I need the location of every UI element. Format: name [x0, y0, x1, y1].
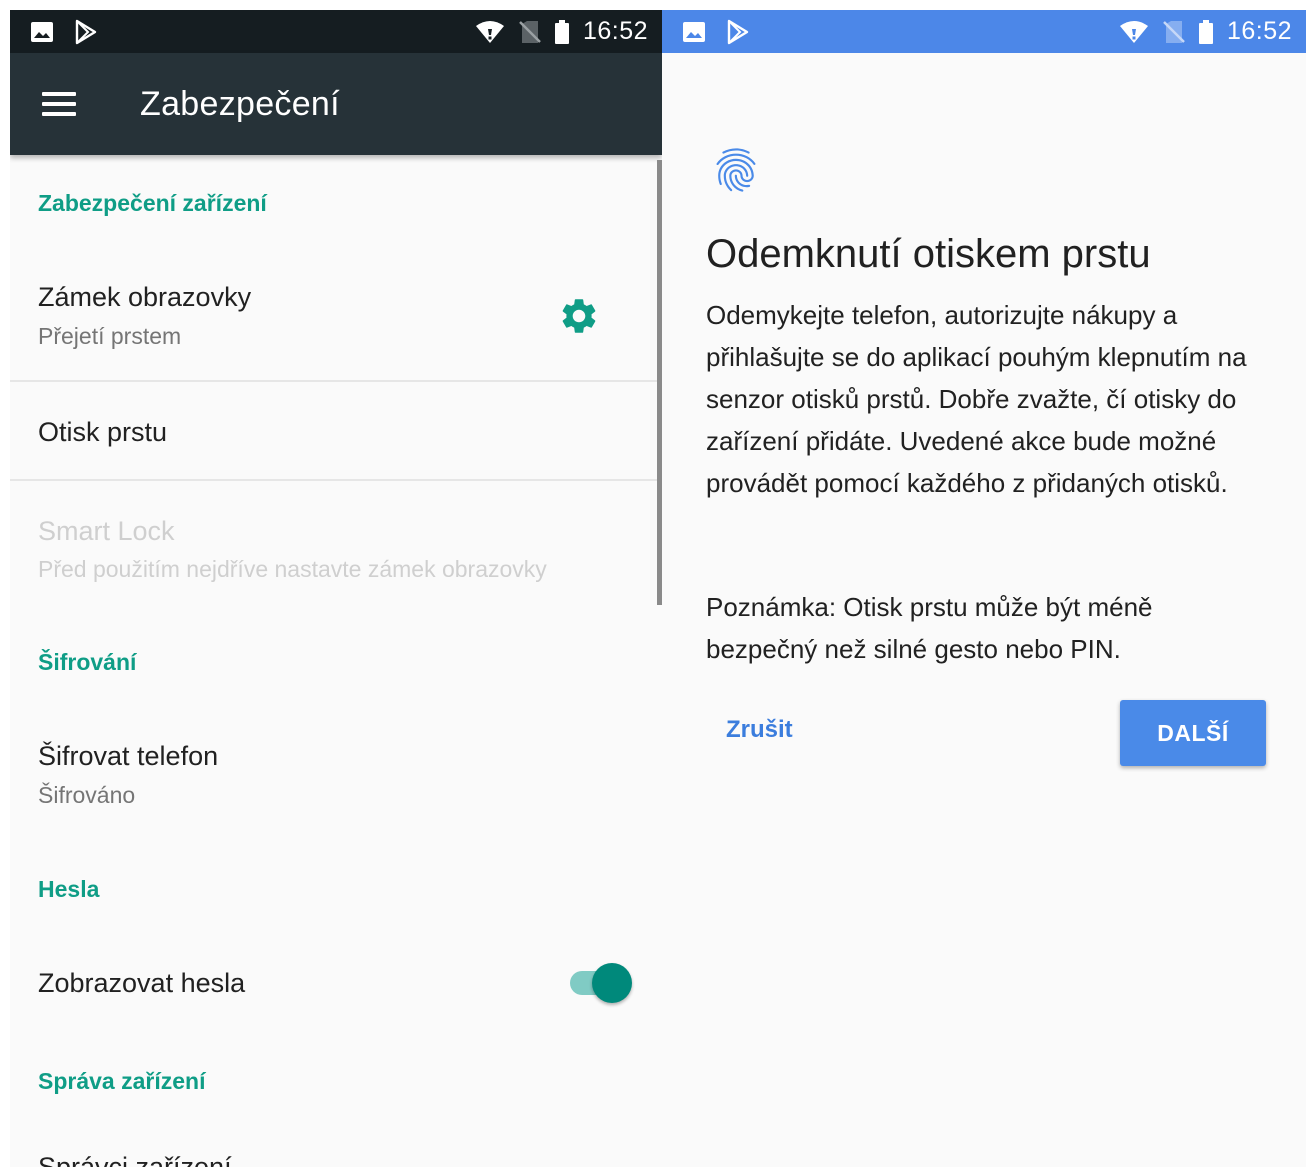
divider	[10, 380, 662, 382]
divider	[10, 479, 662, 481]
next-button[interactable]: DALŠÍ	[1120, 700, 1266, 766]
settings-list: Zabezpečení zařízení Zámek obrazovky Pře…	[10, 155, 662, 1167]
image-icon	[31, 21, 53, 42]
status-time: 16:52	[1226, 17, 1292, 45]
scrollbar[interactable]	[657, 160, 662, 605]
hamburger-menu-icon[interactable]	[42, 92, 76, 116]
dialog-note: Poznámka: Otisk prstu může být méně bezp…	[706, 592, 1153, 664]
encrypt-phone-subtitle: Šifrováno	[38, 782, 136, 808]
status-bar: 16:52	[662, 10, 1306, 53]
wifi-icon	[1119, 20, 1148, 43]
section-header-device-admin: Správa zařízení	[38, 1068, 206, 1094]
security-settings-screen: 16:52 Zabezpečení Zabezpečení zařízení Z…	[10, 10, 662, 1167]
gear-icon[interactable]	[558, 295, 600, 337]
play-store-icon	[75, 19, 97, 44]
section-header-encryption: Šifrování	[38, 649, 137, 675]
section-header-passwords: Hesla	[38, 876, 100, 902]
section-header-device-security: Zabezpečení zařízení	[38, 190, 267, 216]
status-bar: 16:52	[10, 10, 662, 53]
fingerprint-icon	[716, 148, 756, 192]
encrypt-phone-title: Šifrovat telefon	[38, 741, 219, 771]
dialog-title: Odemknutí otiskem prstu	[706, 232, 1151, 276]
fingerprint-intro-screen: 16:52 Odemknutí otiskem prstu Odemykejte…	[662, 10, 1306, 1167]
cancel-button[interactable]: Zrušit	[726, 716, 793, 744]
play-store-icon	[727, 19, 749, 44]
device-admins-title: Správci zařízení	[38, 1152, 232, 1167]
battery-icon	[1198, 19, 1213, 44]
status-time: 16:52	[582, 17, 648, 45]
show-passwords-title: Zobrazovat hesla	[38, 968, 246, 998]
screen-lock-title: Zámek obrazovky	[38, 282, 252, 312]
wifi-icon	[475, 20, 504, 43]
no-sim-icon	[1163, 20, 1185, 43]
image-icon	[683, 21, 705, 42]
dialog-body: Odemykejte telefon, autorizujte nákupy a…	[706, 300, 1247, 498]
page-title: Zabezpečení	[140, 84, 340, 123]
battery-icon	[554, 19, 569, 44]
fingerprint-title: Otisk prstu	[38, 417, 168, 447]
show-passwords-toggle[interactable]	[568, 963, 632, 1003]
smart-lock-subtitle: Před použitím nejdříve nastavte zámek ob…	[38, 556, 547, 582]
toggle-thumb	[592, 963, 632, 1003]
smart-lock-title: Smart Lock	[38, 516, 175, 546]
screen-lock-subtitle: Přejetí prstem	[38, 323, 182, 349]
no-sim-icon	[519, 20, 541, 43]
app-toolbar: Zabezpečení	[10, 53, 662, 155]
